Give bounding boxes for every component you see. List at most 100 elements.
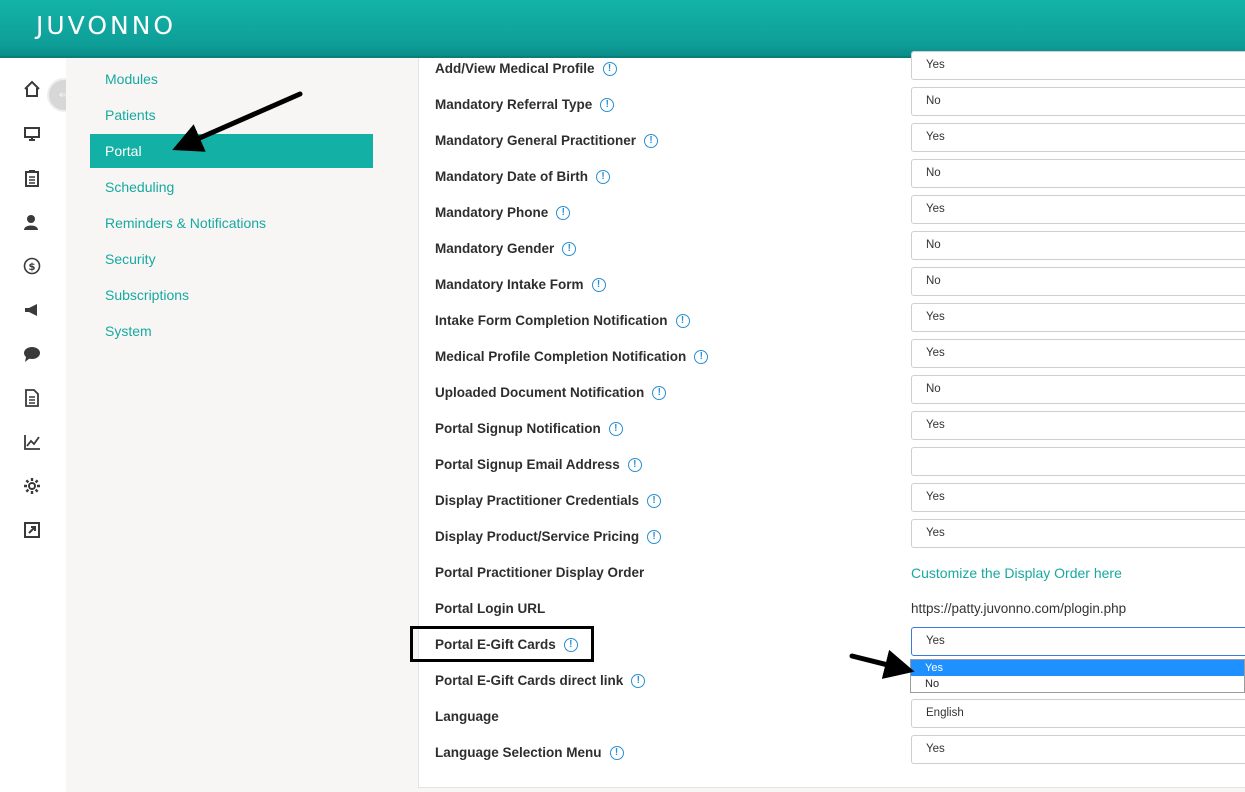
info-icon[interactable]: ! (647, 530, 662, 544)
nav-item-patients[interactable]: Patients (90, 98, 373, 132)
select-language-selection-menu[interactable]: Yes (911, 735, 1245, 764)
setting-row-display-product-service-pricing: Display Product/Service Pricing! Yes (435, 519, 1245, 557)
setting-label-text: Mandatory General Practitioner (435, 133, 637, 148)
setting-label: Mandatory Referral Type! (435, 95, 615, 115)
select-mandatory-intake-form[interactable]: No (911, 267, 1245, 296)
megaphone-icon[interactable] (22, 300, 42, 320)
home-icon[interactable] (22, 79, 42, 99)
select-display-product-service-pricing[interactable]: Yes (911, 519, 1245, 548)
juvonno-logo[interactable]: JUVONNO (36, 11, 176, 40)
info-icon[interactable]: ! (602, 62, 617, 76)
setting-label: Mandatory General Practitioner! (435, 131, 659, 151)
select-mandatory-phone[interactable]: Yes (911, 195, 1245, 224)
select-medical-profile-completion-notification[interactable]: Yes (911, 339, 1245, 368)
setting-row-display-practitioner-credentials: Display Practitioner Credentials! Yes (435, 483, 1245, 521)
select-portal-e-gift-cards[interactable]: Yes (911, 627, 1245, 656)
info-icon[interactable]: ! (600, 98, 615, 112)
setting-row-mandatory-gender: Mandatory Gender! No (435, 231, 1245, 269)
setting-label-text: Portal Signup Notification (435, 421, 601, 436)
select-uploaded-document-notification[interactable]: No (911, 375, 1245, 404)
setting-label-text: Mandatory Intake Form (435, 277, 584, 292)
nav-item-security[interactable]: Security (90, 242, 373, 276)
customize-display-order-link[interactable]: Customize the Display Order here (911, 563, 1122, 583)
setting-label-text: Uploaded Document Notification (435, 385, 645, 400)
setting-label-text: Portal Signup Email Address (435, 457, 620, 472)
dropdown-option-yes[interactable]: Yes (911, 660, 1244, 676)
setting-label: Display Product/Service Pricing! (435, 527, 662, 547)
select-mandatory-date-of-birth[interactable]: No (911, 159, 1245, 188)
setting-row-language-selection-menu: Language Selection Menu! Yes (435, 735, 1245, 773)
select-mandatory-general-practitioner[interactable]: Yes (911, 123, 1245, 152)
setting-label-text: Add/View Medical Profile (435, 61, 595, 76)
setting-row-mandatory-date-of-birth: Mandatory Date of Birth! No (435, 159, 1245, 197)
select-add-view-medical-profile[interactable]: Yes (911, 51, 1245, 80)
nav-item-scheduling[interactable]: Scheduling (90, 170, 373, 204)
info-icon[interactable]: ! (652, 386, 667, 400)
info-icon[interactable]: ! (591, 278, 606, 292)
setting-row-portal-login-url: Portal Login URL https://patty.juvonno.co… (435, 599, 1245, 629)
setting-label: Portal Practitioner Display Order (435, 563, 644, 583)
portal-login-url-value: https://patty.juvonno.com/plogin.php (911, 601, 1127, 616)
setting-label: Display Practitioner Credentials! (435, 491, 662, 511)
info-icon[interactable]: ! (562, 242, 577, 256)
setting-label-text: Portal E-Gift Cards direct link (435, 673, 624, 688)
settings-nav: Modules Patients Portal Scheduling Reminders… (66, 58, 418, 792)
user-icon[interactable] (22, 212, 42, 232)
info-icon[interactable]: ! (609, 746, 624, 760)
chat-icon[interactable] (22, 344, 42, 364)
nav-item-system[interactable]: System (90, 314, 373, 348)
setting-row-mandatory-referral-type: Mandatory Referral Type! No (435, 87, 1245, 125)
setting-label: Mandatory Gender! (435, 239, 577, 259)
info-icon[interactable]: ! (631, 674, 646, 688)
setting-label-text: Mandatory Phone (435, 205, 549, 220)
setting-label: Mandatory Date of Birth! (435, 167, 611, 187)
select-intake-form-completion-notification[interactable]: Yes (911, 303, 1245, 332)
top-header: JUVONNO (0, 0, 1245, 58)
setting-label: Medical Profile Completion Notification! (435, 347, 709, 367)
setting-row-mandatory-general-practitioner: Mandatory General Practitioner! Yes (435, 123, 1245, 161)
monitor-icon[interactable] (22, 124, 42, 144)
dollar-icon[interactable]: $ (22, 256, 42, 276)
setting-row-mandatory-intake-form: Mandatory Intake Form! No (435, 267, 1245, 305)
external-link-icon[interactable] (22, 520, 42, 540)
setting-label-text: Language (435, 709, 499, 724)
info-icon[interactable]: ! (596, 170, 611, 184)
info-icon[interactable]: ! (675, 314, 690, 328)
select-display-practitioner-credentials[interactable]: Yes (911, 483, 1245, 512)
setting-label-text: Portal Practitioner Display Order (435, 565, 645, 580)
setting-row-medical-profile-completion-notification: Medical Profile Completion Notification!… (435, 339, 1245, 377)
setting-row-mandatory-phone: Mandatory Phone! Yes (435, 195, 1245, 233)
input-portal-signup-email-address[interactable] (911, 447, 1245, 476)
select-mandatory-referral-type[interactable]: No (911, 87, 1245, 116)
info-icon[interactable]: ! (694, 350, 709, 364)
setting-label-text: Medical Profile Completion Notification (435, 349, 687, 364)
icon-rail: $ (0, 58, 66, 792)
e-gift-cards-dropdown-list[interactable]: Yes No (910, 659, 1245, 693)
info-icon[interactable]: ! (627, 458, 642, 472)
chart-icon[interactable] (22, 432, 42, 452)
clipboard-icon[interactable] (22, 168, 42, 188)
setting-label-text: Mandatory Gender (435, 241, 555, 256)
select-mandatory-gender[interactable]: No (911, 231, 1245, 260)
setting-row-language: Language English (435, 699, 1245, 737)
gear-icon[interactable] (22, 476, 42, 496)
setting-label-text: Mandatory Date of Birth (435, 169, 589, 184)
document-icon[interactable] (22, 388, 42, 408)
setting-label-text: Display Product/Service Pricing (435, 529, 640, 544)
setting-label: Portal Signup Notification! (435, 419, 623, 439)
setting-label: Intake Form Completion Notification! (435, 311, 690, 331)
nav-item-reminders-notifications[interactable]: Reminders & Notifications (90, 206, 373, 240)
dropdown-option-no[interactable]: No (911, 676, 1244, 692)
select-language[interactable]: English (911, 699, 1245, 728)
info-icon[interactable]: ! (608, 422, 623, 436)
setting-label: Mandatory Intake Form! (435, 275, 606, 295)
nav-item-modules[interactable]: Modules (90, 62, 373, 96)
info-icon[interactable]: ! (644, 134, 659, 148)
info-icon[interactable]: ! (647, 494, 662, 508)
setting-label: Mandatory Phone! (435, 203, 571, 223)
nav-item-subscriptions[interactable]: Subscriptions (90, 278, 373, 312)
info-icon[interactable]: ! (556, 206, 571, 220)
nav-item-portal[interactable]: Portal (90, 134, 373, 168)
setting-row-uploaded-document-notification: Uploaded Document Notification! No (435, 375, 1245, 413)
select-portal-signup-notification[interactable]: Yes (911, 411, 1245, 440)
